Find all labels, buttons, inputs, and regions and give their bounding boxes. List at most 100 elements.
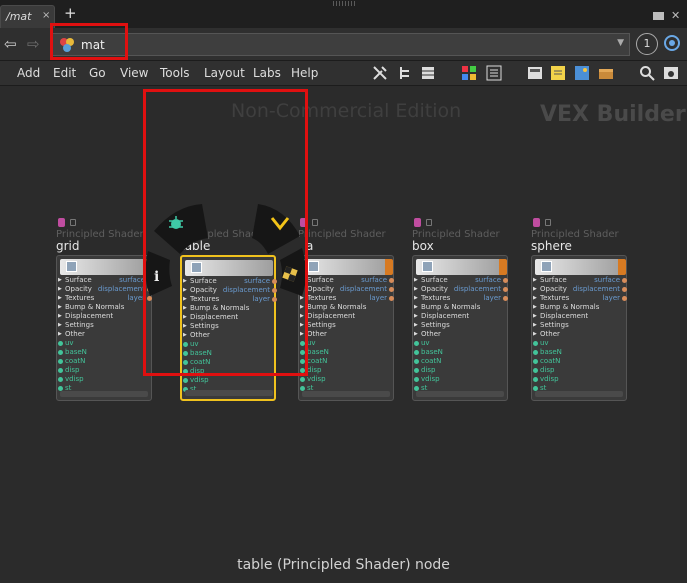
node-name[interactable]: sphere	[531, 239, 627, 253]
input-other[interactable]: Other	[533, 330, 560, 339]
input-uv[interactable]: uv	[414, 339, 430, 348]
pane-close-icon[interactable]: ✕	[671, 9, 680, 22]
input-bump-normals[interactable]: Bump & Normals	[533, 303, 599, 312]
menu-view[interactable]: View	[120, 66, 148, 80]
input-textures[interactable]: Textures	[414, 294, 450, 303]
input-bump-normals[interactable]: Bump & Normals	[58, 303, 124, 312]
node-a[interactable]: Principled Shader a Surfacesurface Opaci…	[298, 218, 395, 401]
output-displacement[interactable]: displacement	[573, 285, 628, 294]
lock-icon[interactable]	[70, 219, 76, 226]
input-textures[interactable]: Textures	[300, 294, 336, 303]
output-surface[interactable]: surface	[594, 276, 627, 285]
link-target-icon[interactable]	[664, 35, 680, 51]
output-displacement[interactable]: displacement	[454, 285, 509, 294]
sticky-note-icon[interactable]	[550, 65, 566, 81]
node-box[interactable]: Principled Shader box Surfacesurface Opa…	[412, 218, 509, 401]
menu-go[interactable]: Go	[89, 66, 106, 80]
pane-grip-icon[interactable]	[333, 1, 355, 6]
input-coatn[interactable]: coatN	[57, 357, 85, 366]
wrench-icon[interactable]	[372, 65, 388, 81]
output-layer[interactable]: layer	[602, 294, 627, 303]
forward-arrow-icon[interactable]: ⇨	[27, 35, 40, 53]
list-icon[interactable]	[420, 65, 436, 81]
input-vdisp[interactable]: vdisp	[414, 375, 440, 384]
output-displacement[interactable]: displacement	[98, 285, 153, 294]
back-arrow-icon[interactable]: ⇦	[4, 35, 17, 53]
node-body[interactable]: Surface surface Opacity displacement Textu…	[531, 255, 628, 401]
input-basen[interactable]: baseN	[533, 348, 562, 357]
input-settings[interactable]: Settings	[300, 321, 336, 330]
note-icon[interactable]	[527, 65, 543, 81]
box-icon[interactable]	[598, 65, 614, 81]
node-body[interactable]: Surface surface Opacity displacement Textu…	[298, 255, 395, 401]
output-layer[interactable]: layer	[369, 294, 394, 303]
input-basen[interactable]: baseN	[58, 348, 87, 357]
node-sphere[interactable]: Principled Shader sphere Surfacesurface …	[531, 218, 628, 401]
input-displacement[interactable]: Displacement	[533, 312, 588, 321]
output-displacement[interactable]: displacement	[340, 285, 395, 294]
input-uv[interactable]: uv	[533, 339, 549, 348]
input-opacity[interactable]: Opacity	[414, 285, 448, 294]
input-disp[interactable]: disp	[532, 366, 554, 375]
input-basen[interactable]: baseN	[300, 348, 329, 357]
search-icon[interactable]	[639, 65, 655, 81]
grid-icon[interactable]	[461, 65, 477, 81]
input-disp[interactable]: disp	[57, 366, 79, 375]
input-textures[interactable]: Textures	[533, 294, 569, 303]
menu-edit[interactable]: Edit	[53, 66, 76, 80]
lock-icon[interactable]	[426, 219, 432, 226]
menu-help[interactable]: Help	[291, 66, 318, 80]
close-tab-icon[interactable]: ×	[42, 10, 50, 21]
input-vdisp[interactable]: vdisp	[533, 375, 559, 384]
input-displacement[interactable]: Displacement	[58, 312, 113, 321]
input-settings[interactable]: Settings	[533, 321, 569, 330]
menu-add[interactable]: Add	[17, 66, 40, 80]
input-opacity[interactable]: Opacity	[58, 285, 92, 294]
node-body[interactable]: Surfacesurface Opacitydisplacement Textu…	[56, 255, 153, 401]
input-surface[interactable]: Surface	[58, 276, 92, 285]
node-grid[interactable]: Principled Shader grid Surfacesurface Op…	[56, 218, 153, 401]
menu-tools[interactable]: Tools	[160, 66, 190, 80]
input-displacement[interactable]: Displacement	[300, 312, 355, 321]
network-view[interactable]: Non-Commercial Edition VEX Builder Princ…	[0, 86, 687, 583]
input-settings[interactable]: Settings	[58, 321, 94, 330]
tree-icon[interactable]	[397, 65, 413, 81]
input-coatn[interactable]: coatN	[299, 357, 327, 366]
input-coatn[interactable]: coatN	[413, 357, 441, 366]
node-name[interactable]: box	[412, 239, 508, 253]
chevron-down-icon[interactable]: ▼	[617, 38, 624, 48]
input-bump-normals[interactable]: Bump & Normals	[300, 303, 366, 312]
input-uv[interactable]: uv	[58, 339, 74, 348]
node-name[interactable]: a	[298, 239, 394, 253]
input-textures[interactable]: Textures	[58, 294, 94, 303]
network-path-field[interactable]: mat ▼	[52, 33, 630, 56]
menu-labs[interactable]: Labs	[253, 66, 281, 80]
input-settings[interactable]: Settings	[414, 321, 450, 330]
input-basen[interactable]: baseN	[414, 348, 443, 357]
output-surface[interactable]: surface	[361, 276, 394, 285]
input-opacity[interactable]: Opacity	[300, 285, 334, 294]
input-bump-normals[interactable]: Bump & Normals	[414, 303, 480, 312]
image-icon[interactable]	[574, 65, 590, 81]
input-other[interactable]: Other	[414, 330, 441, 339]
input-surface[interactable]: Surface	[533, 276, 567, 285]
input-displacement[interactable]: Displacement	[414, 312, 469, 321]
input-coatn[interactable]: coatN	[532, 357, 560, 366]
tab-mat[interactable]: /mat ×	[0, 5, 55, 28]
lock-icon[interactable]	[545, 219, 551, 226]
add-tab-button[interactable]: +	[64, 4, 77, 22]
input-disp[interactable]: disp	[413, 366, 435, 375]
input-opacity[interactable]: Opacity	[533, 285, 567, 294]
eye-icon[interactable]	[663, 65, 679, 81]
input-surface[interactable]: Surface	[300, 276, 334, 285]
menu-layout[interactable]: Layout	[204, 66, 245, 80]
layout-icon[interactable]	[486, 65, 502, 81]
node-body[interactable]: Surfacesurface Opacitydisplacement Textu…	[412, 255, 509, 401]
input-other[interactable]: Other	[58, 330, 85, 339]
output-surface[interactable]: surface	[475, 276, 508, 285]
pin-button[interactable]: 1	[636, 33, 658, 55]
pane-menu-icon[interactable]	[653, 12, 664, 20]
lock-icon[interactable]	[312, 219, 318, 226]
output-layer[interactable]: layer	[483, 294, 508, 303]
input-vdisp[interactable]: vdisp	[58, 375, 84, 384]
